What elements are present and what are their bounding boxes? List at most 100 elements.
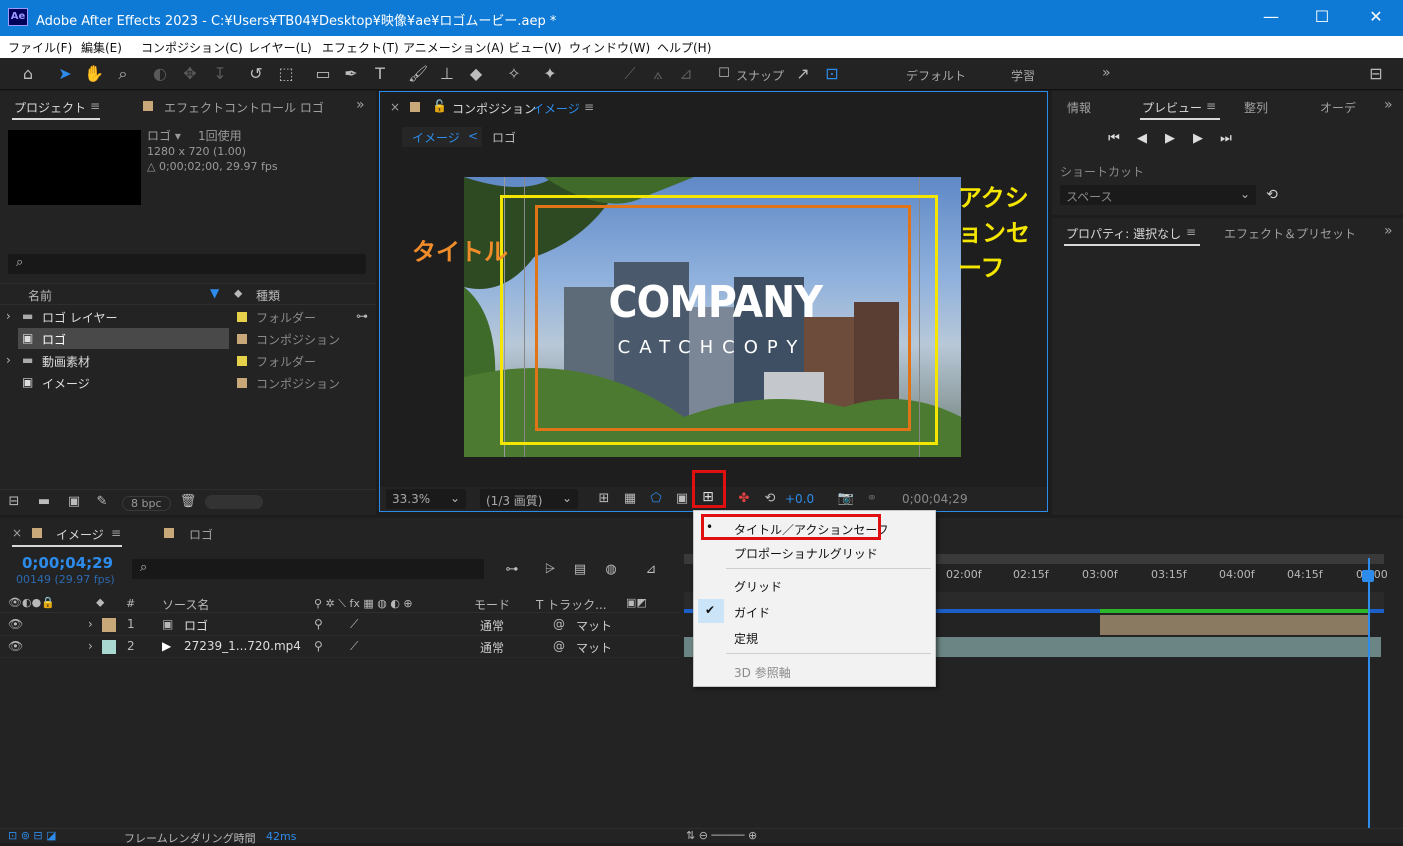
column-name[interactable]: 名前: [28, 287, 52, 304]
expand-arrow-icon[interactable]: ›: [88, 639, 93, 653]
mask-visibility-icon[interactable]: ⬠: [646, 489, 666, 509]
minimize-button[interactable]: —: [1259, 6, 1283, 30]
breadcrumb-parent[interactable]: ロゴ: [492, 129, 516, 146]
zoom-dropdown[interactable]: 33.3% ⌄: [386, 489, 466, 509]
fast-preview-icon[interactable]: ⊞: [594, 489, 614, 509]
previous-frame-icon[interactable]: ◀: [1132, 129, 1152, 149]
search-help-icon[interactable]: ⊟: [1366, 64, 1386, 84]
tab-project[interactable]: プロジェクト: [14, 99, 86, 116]
guide-options-icon[interactable]: ⊞: [698, 487, 718, 507]
tab-align[interactable]: 整列: [1244, 99, 1268, 116]
lock-icon[interactable]: 🔓: [432, 99, 447, 113]
channel-icon[interactable]: ✤: [734, 489, 754, 509]
show-snapshot-icon[interactable]: ⚭: [862, 489, 882, 509]
column-type[interactable]: 種類: [256, 287, 280, 304]
transparency-grid-icon[interactable]: ▦: [620, 489, 640, 509]
panel-more-icon[interactable]: »: [1384, 97, 1393, 113]
pan-tool-icon[interactable]: ✥: [180, 64, 200, 84]
label-swatch[interactable]: [102, 640, 116, 654]
tab-effects-presets[interactable]: エフェクト＆プリセット: [1224, 225, 1356, 242]
tab-preview[interactable]: プレビュー: [1142, 99, 1202, 116]
tab-composition[interactable]: コンポジション: [452, 100, 536, 117]
project-search-input[interactable]: ⌕: [8, 254, 366, 274]
eye-icon[interactable]: 👁: [8, 617, 23, 631]
composition-flowchart-icon[interactable]: ⊶: [502, 560, 522, 580]
footer-toggle-icons[interactable]: ⊡ ⊚ ⊟ ◪: [8, 829, 57, 842]
layer-bar[interactable]: [1100, 615, 1370, 635]
workspace-more[interactable]: »: [1102, 65, 1111, 81]
reset-exposure-icon[interactable]: ⟲: [760, 489, 780, 509]
tab-timeline-logo[interactable]: ロゴ: [189, 526, 213, 543]
close-button[interactable]: ✕: [1364, 6, 1388, 30]
breadcrumb-back[interactable]: <: [468, 129, 478, 143]
frame-blending-icon[interactable]: ▤: [570, 560, 590, 580]
roto-brush-tool-icon[interactable]: ✧: [504, 64, 524, 84]
local-axis-icon[interactable]: ⟋: [620, 64, 640, 84]
bpc-button[interactable]: 8 bpc: [122, 496, 171, 511]
view-axis-icon[interactable]: ⊿: [676, 64, 696, 84]
close-tab-icon[interactable]: ×: [390, 100, 400, 114]
menu-view[interactable]: ビュー(V): [508, 39, 562, 56]
quality-switch-icon[interactable]: ⟋: [350, 639, 358, 654]
dolly-tool-icon[interactable]: ↧: [210, 64, 230, 84]
layer-track-matte[interactable]: マット: [576, 617, 612, 634]
menu-help[interactable]: ヘルプ(H): [657, 39, 711, 56]
menu-item-grid[interactable]: グリッド: [694, 572, 936, 598]
shy-switch-icon[interactable]: ⚲: [314, 639, 323, 653]
panel-menu-icon[interactable]: ≡: [111, 526, 121, 540]
tab-timeline-image[interactable]: イメージ: [56, 526, 104, 543]
snap-target-icon[interactable]: ⊡: [822, 64, 842, 84]
matte-icon[interactable]: @: [553, 639, 565, 653]
menu-animation[interactable]: アニメーション(A): [403, 39, 504, 56]
menu-layer[interactable]: レイヤー(L): [248, 39, 312, 56]
list-item[interactable]: ▣ ロゴ コンポジション: [0, 328, 376, 349]
label-swatch[interactable]: [237, 312, 247, 322]
menu-composition[interactable]: コンポジション(C): [141, 39, 243, 56]
anchor-tool-icon[interactable]: ⬚: [276, 64, 296, 84]
home-icon[interactable]: ⌂: [18, 64, 38, 84]
orbit-tool-icon[interactable]: ◐: [150, 64, 170, 84]
expand-arrow-icon[interactable]: ›: [88, 617, 93, 631]
eraser-tool-icon[interactable]: ◆: [466, 64, 486, 84]
menu-effect[interactable]: エフェクト(T): [322, 39, 399, 56]
shortcut-dropdown[interactable]: スペース ⌄: [1060, 185, 1256, 205]
expand-arrow-icon[interactable]: ›: [6, 309, 11, 323]
menu-file[interactable]: ファイル(F): [8, 39, 72, 56]
exposure-value[interactable]: +0.0: [785, 492, 814, 506]
expand-arrow-icon[interactable]: ›: [6, 353, 11, 367]
menu-item-rulers[interactable]: 定規: [694, 624, 936, 650]
panel-menu-icon[interactable]: ≡: [1206, 99, 1216, 113]
settings-icon[interactable]: ✎: [92, 492, 112, 512]
reset-icon[interactable]: ⟲: [1262, 185, 1282, 205]
playhead-handle[interactable]: [1362, 570, 1374, 582]
tab-effect-controls[interactable]: エフェクトコントロール ロゴ: [164, 99, 324, 116]
selected-item-name[interactable]: ロゴ ▾: [147, 127, 181, 144]
next-frame-icon[interactable]: ▶: [1188, 129, 1208, 149]
clone-stamp-tool-icon[interactable]: ⊥: [437, 64, 457, 84]
tab-properties[interactable]: プロパティ: 選択なし: [1066, 225, 1181, 242]
comp-viewer[interactable]: COMPANY CATCHCOPY: [464, 177, 961, 457]
play-icon[interactable]: ▶: [1160, 129, 1180, 149]
resolution-dropdown[interactable]: (1/3 画質) ⌄: [480, 489, 578, 509]
selection-tool-icon[interactable]: ➤: [55, 64, 75, 84]
snap-checkbox-icon[interactable]: ☐: [714, 64, 734, 84]
shy-layers-icon[interactable]: ⩥: [540, 560, 560, 580]
panel-more-icon[interactable]: »: [1384, 223, 1393, 239]
hand-tool-icon[interactable]: ✋: [84, 64, 104, 84]
eye-icon[interactable]: 👁: [8, 639, 23, 653]
menu-window[interactable]: ウィンドウ(W): [569, 39, 650, 56]
layer-mode[interactable]: 通常: [480, 617, 504, 634]
table-row[interactable]: 👁 › 1 ▣ ロゴ ⚲ ⟋ 通常 @ マット: [0, 614, 680, 636]
interpret-footage-icon[interactable]: ⊟: [4, 492, 24, 512]
column-source-name[interactable]: ソース名: [162, 596, 209, 613]
label-swatch[interactable]: [102, 618, 116, 632]
snap-edge-icon[interactable]: ↗: [793, 64, 813, 84]
menu-item-proportional-grid[interactable]: プロポーショナルグリッド: [694, 539, 936, 565]
panel-more-icon[interactable]: »: [356, 97, 365, 113]
pen-tool-icon[interactable]: ✒: [341, 64, 361, 84]
flowchart-icon[interactable]: ⊶: [356, 309, 368, 323]
tab-audio[interactable]: オーデ: [1320, 99, 1356, 116]
timeline-search-input[interactable]: ⌕: [132, 559, 484, 579]
panel-menu-icon[interactable]: ≡: [90, 99, 100, 113]
menu-item-guides[interactable]: ✔ ガイド: [694, 598, 936, 624]
